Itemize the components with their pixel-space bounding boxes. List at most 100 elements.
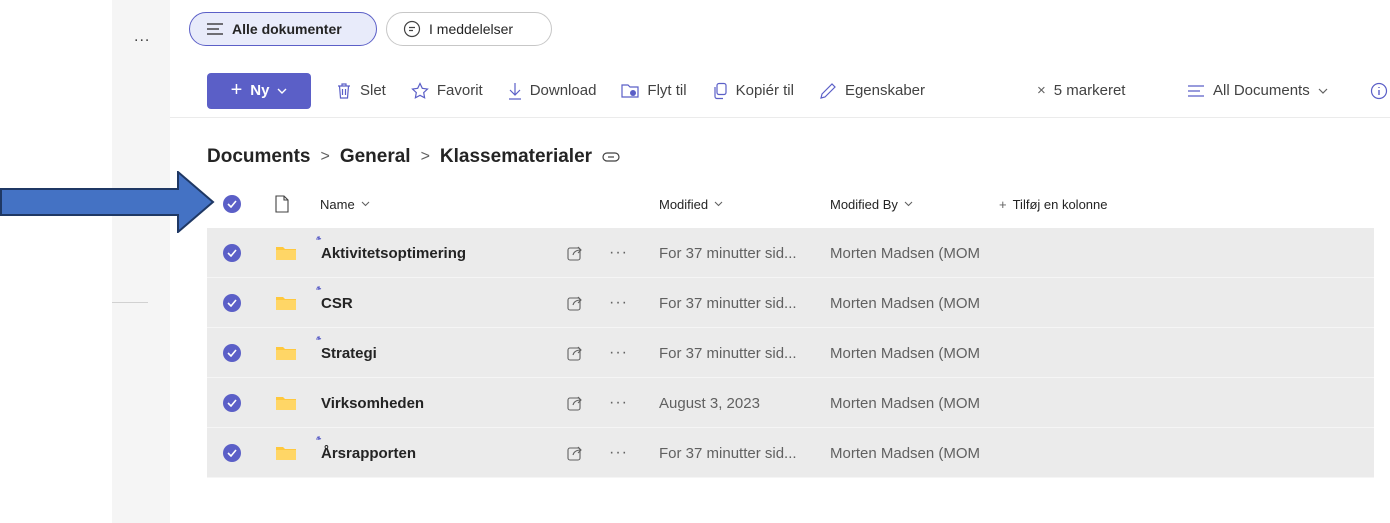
row-name-link[interactable]: Årsrapporten xyxy=(316,428,416,478)
folder-icon xyxy=(275,428,297,478)
row-checkbox[interactable] xyxy=(223,378,241,428)
row-name-link[interactable]: CSR xyxy=(316,278,353,328)
more-actions-icon[interactable]: ··· xyxy=(609,328,628,378)
breadcrumb-documents[interactable]: Documents xyxy=(207,146,310,168)
more-actions-icon[interactable]: ··· xyxy=(609,378,628,428)
table-row[interactable]: Årsrapporten ··· For 37 minutter sid... … xyxy=(207,428,1374,478)
row-name: CSR xyxy=(316,285,353,312)
check-icon xyxy=(223,195,241,213)
chat-icon xyxy=(403,20,421,38)
table-row[interactable]: CSR ··· For 37 minutter sid... Morten Ma… xyxy=(207,278,1374,328)
tab-all-documents[interactable]: Alle dokumenter xyxy=(189,12,377,46)
row-modified: For 37 minutter sid... xyxy=(659,294,797,312)
chevron-down-icon xyxy=(277,88,287,94)
clear-selection-button[interactable]: × 5 markeret xyxy=(1037,72,1125,109)
plus-icon: + xyxy=(999,196,1007,212)
more-actions-icon[interactable]: ··· xyxy=(609,278,628,328)
more-actions-icon[interactable]: ··· xyxy=(609,228,628,278)
column-header-name[interactable]: Name xyxy=(320,186,370,222)
new-button[interactable]: + Ny xyxy=(207,72,311,109)
new-item-sparkle-icon xyxy=(316,335,322,340)
row-name-link[interactable]: Virksomheden xyxy=(321,378,424,428)
tab-label: Alle dokumenter xyxy=(232,21,342,37)
row-modified-by: Morten Madsen (MOM xyxy=(830,244,981,262)
toolbar-divider xyxy=(170,117,1390,118)
list-header: Name Modified Modified By + Tilføj en ko… xyxy=(207,186,1374,222)
favorite-button[interactable]: Favorit xyxy=(411,81,483,100)
copy-to-button[interactable]: Kopiér til xyxy=(712,82,794,100)
selected-count: 5 markeret xyxy=(1053,82,1126,99)
row-name: Virksomheden xyxy=(321,394,425,412)
folder-icon xyxy=(275,328,297,378)
check-icon xyxy=(223,244,241,262)
file-type-icon xyxy=(275,186,289,222)
share-icon[interactable] xyxy=(567,428,583,478)
row-modified: For 37 minutter sid... xyxy=(659,244,797,262)
properties-label: Egenskaber xyxy=(844,82,926,99)
share-icon[interactable] xyxy=(567,228,583,278)
folder-icon xyxy=(275,278,297,328)
new-item-sparkle-icon xyxy=(316,285,322,290)
folder-move-icon xyxy=(621,83,640,98)
column-header-modified[interactable]: Modified xyxy=(659,186,723,222)
link-icon[interactable] xyxy=(602,152,620,162)
row-checkbox[interactable] xyxy=(223,278,241,328)
breadcrumb-separator: > xyxy=(420,148,430,165)
folder-icon xyxy=(275,378,297,428)
tab-label: I meddelelser xyxy=(429,21,514,37)
plus-icon: + xyxy=(230,79,243,101)
row-modified: For 37 minutter sid... xyxy=(659,444,797,462)
share-icon[interactable] xyxy=(567,278,583,328)
row-modified-by: Morten Madsen (MOM xyxy=(830,394,981,412)
move-to-label: Flyt til xyxy=(647,82,687,99)
table-row[interactable]: Virksomheden ··· August 3, 2023 Morten M… xyxy=(207,378,1374,428)
view-selector[interactable]: All Documents xyxy=(1187,72,1328,109)
share-icon[interactable] xyxy=(567,328,583,378)
row-name-link[interactable]: Strategi xyxy=(316,328,377,378)
row-checkbox[interactable] xyxy=(223,428,241,478)
sharepoint-documents-page: ... Alle dokumenter I meddelelser + Ny S… xyxy=(0,0,1390,523)
star-icon xyxy=(411,81,429,99)
close-icon: × xyxy=(1037,82,1046,99)
new-item-sparkle-icon xyxy=(316,235,322,240)
row-checkbox[interactable] xyxy=(223,228,241,278)
row-modified: August 3, 2023 xyxy=(659,394,760,412)
column-label: Modified By xyxy=(830,196,898,212)
breadcrumb-general[interactable]: General xyxy=(340,146,411,168)
left-rail xyxy=(112,0,170,523)
row-name: Strategi xyxy=(316,335,377,362)
info-button[interactable] xyxy=(1370,72,1388,109)
download-button[interactable]: Download xyxy=(508,82,596,100)
add-column-label: Tilføj en kolonne xyxy=(1012,196,1108,212)
download-icon xyxy=(508,82,521,100)
share-icon[interactable] xyxy=(567,378,583,428)
breadcrumb-current: Klassematerialer xyxy=(439,146,593,167)
more-actions-icon[interactable]: ··· xyxy=(609,428,628,478)
delete-button[interactable]: Slet xyxy=(336,82,386,100)
chevron-down-icon xyxy=(1318,88,1328,94)
copy-to-label: Kopiér til xyxy=(735,82,794,99)
column-header-modified-by[interactable]: Modified By xyxy=(830,186,913,222)
breadcrumb: Documents > General > Klassematerialer xyxy=(207,146,620,168)
row-modified-by: Morten Madsen (MOM xyxy=(830,444,981,462)
table-row[interactable]: Aktivitetsoptimering ··· For 37 minutter… xyxy=(207,228,1374,278)
folder-icon xyxy=(275,228,297,278)
add-column-button[interactable]: + Tilføj en kolonne xyxy=(999,186,1108,222)
chevron-down-icon xyxy=(714,201,723,207)
table-row[interactable]: Strategi ··· For 37 minutter sid... Mort… xyxy=(207,328,1374,378)
column-label: Modified xyxy=(659,196,709,212)
tab-in-posts[interactable]: I meddelelser xyxy=(386,12,552,46)
new-label: Ny xyxy=(250,82,270,99)
row-checkbox[interactable] xyxy=(223,328,241,378)
move-to-button[interactable]: Flyt til xyxy=(621,82,687,99)
rail-divider xyxy=(112,302,148,303)
list-icon xyxy=(207,23,223,35)
more-options-icon[interactable]: ... xyxy=(134,28,150,46)
check-icon xyxy=(223,444,241,462)
row-name-link[interactable]: Aktivitetsoptimering xyxy=(316,228,466,278)
properties-button[interactable]: Egenskaber xyxy=(819,82,925,100)
select-all-checkbox[interactable] xyxy=(223,186,241,222)
row-modified-by: Morten Madsen (MOM xyxy=(830,344,981,362)
check-icon xyxy=(223,394,241,412)
pencil-icon xyxy=(820,82,836,99)
